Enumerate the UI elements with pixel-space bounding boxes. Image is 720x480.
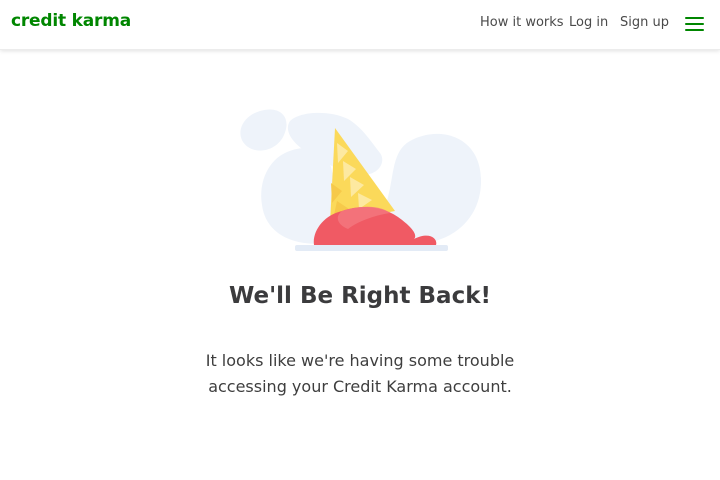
how-it-works-link[interactable]: How it works xyxy=(480,15,564,31)
top-header: credit karma How it works Log in Sign up xyxy=(0,0,720,50)
error-message: It looks like we're having some trouble … xyxy=(205,351,515,396)
page-title: We'll Be Right Back! xyxy=(228,283,491,309)
sign-up-link[interactable]: Sign up xyxy=(620,15,669,31)
credit-karma-logo[interactable]: credit karma xyxy=(11,11,131,31)
log-in-link[interactable]: Log in xyxy=(569,15,608,31)
fallen-ice-cream-cone-icon xyxy=(230,105,490,260)
hamburger-menu-icon[interactable] xyxy=(685,17,704,32)
